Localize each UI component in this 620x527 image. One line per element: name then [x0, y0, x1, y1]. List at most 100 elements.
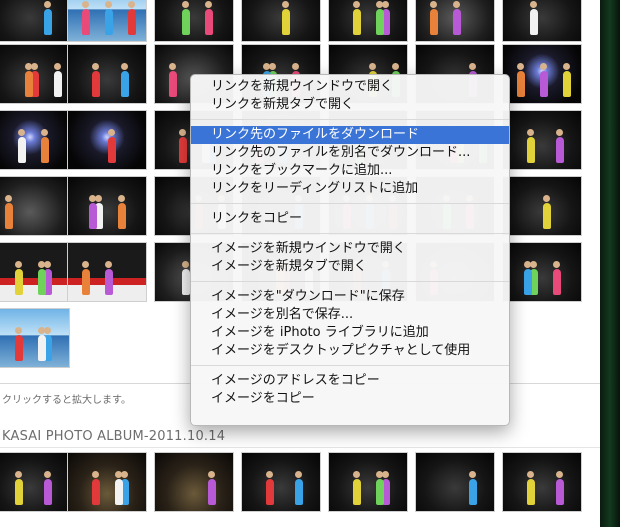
photo-thumbnail[interactable]	[0, 176, 70, 236]
runner-head	[179, 129, 186, 136]
runner-head	[469, 471, 476, 478]
runner-figure	[540, 71, 548, 97]
menu-item[interactable]: イメージをコピー	[191, 390, 509, 408]
runner-figure	[376, 479, 384, 505]
runner-head	[105, 261, 112, 268]
runner-head	[15, 261, 22, 268]
runner-figure	[89, 203, 97, 229]
photo-thumbnail[interactable]	[0, 44, 70, 104]
photo-thumbnail[interactable]	[67, 176, 147, 236]
runner-figure	[25, 71, 33, 97]
runner-figure	[38, 269, 46, 295]
runner-figure	[430, 9, 438, 35]
menu-item[interactable]: リンクをコピー	[191, 210, 509, 228]
runner-head	[556, 129, 563, 136]
photo-thumbnail[interactable]	[502, 110, 582, 170]
runner-figure	[105, 9, 113, 35]
runner-head	[517, 63, 524, 70]
menu-item[interactable]: リンクを新規タブで開く	[191, 96, 509, 114]
photo-thumbnail[interactable]	[67, 110, 147, 170]
menu-item[interactable]: リンク先のファイルを別名でダウンロード...	[191, 144, 509, 162]
runner-head	[263, 63, 270, 70]
photo-thumbnail[interactable]	[502, 0, 582, 42]
photo-thumbnail[interactable]	[67, 44, 147, 104]
photo-thumbnail[interactable]	[415, 452, 495, 512]
runner-figure	[563, 71, 571, 97]
runner-head	[38, 327, 45, 334]
runner-head	[38, 261, 45, 268]
photo-thumbnail[interactable]	[0, 242, 70, 302]
menu-item[interactable]: イメージを別名で保存...	[191, 306, 509, 324]
runner-figure	[115, 479, 123, 505]
runner-figure	[121, 71, 129, 97]
runner-head	[5, 195, 12, 202]
runner-head	[41, 129, 48, 136]
runner-head	[89, 195, 96, 202]
runner-figure	[266, 479, 274, 505]
runner-head	[282, 1, 289, 8]
runner-head	[208, 471, 215, 478]
photo-thumbnail[interactable]	[502, 242, 582, 302]
menu-separator	[191, 365, 509, 366]
runner-figure	[41, 137, 49, 163]
photo-thumbnail[interactable]	[0, 308, 70, 368]
runner-head	[543, 195, 550, 202]
photo-thumbnail[interactable]	[0, 0, 70, 42]
menu-item[interactable]: イメージをデスクトップピクチャとして使用	[191, 342, 509, 360]
photo-thumbnail[interactable]	[241, 452, 321, 512]
menu-item[interactable]: イメージのアドレスをコピー	[191, 372, 509, 390]
runner-head	[54, 63, 61, 70]
menu-separator	[191, 119, 509, 120]
menu-item[interactable]: イメージを新規ウインドウで開く	[191, 240, 509, 258]
runner-head	[266, 471, 273, 478]
menu-separator	[191, 203, 509, 204]
runner-figure	[128, 9, 136, 35]
photo-thumbnail[interactable]	[67, 242, 147, 302]
photo-thumbnail[interactable]	[241, 0, 321, 42]
menu-item[interactable]: リンクをリーディングリストに追加	[191, 180, 509, 198]
runner-figure	[353, 9, 361, 35]
runner-head	[430, 1, 437, 8]
runner-head	[376, 1, 383, 8]
runner-head	[527, 471, 534, 478]
runner-figure	[527, 137, 535, 163]
photo-thumbnail[interactable]	[0, 452, 70, 512]
runner-head	[392, 63, 399, 70]
photo-thumbnail[interactable]	[154, 452, 234, 512]
photo-thumbnail[interactable]	[328, 0, 408, 42]
runner-head	[15, 327, 22, 334]
runner-head	[353, 471, 360, 478]
runner-head	[376, 471, 383, 478]
photo-thumbnail[interactable]	[67, 452, 147, 512]
runner-head	[353, 1, 360, 8]
photo-thumbnail[interactable]	[415, 0, 495, 42]
photo-thumbnail[interactable]	[502, 44, 582, 104]
photo-thumbnail[interactable]	[0, 110, 70, 170]
photo-thumbnail[interactable]	[502, 452, 582, 512]
runner-figure	[15, 479, 23, 505]
context-menu: リンクを新規ウインドウで開く リンクを新規タブで開く リンク先のファイルをダウンロー…	[190, 74, 510, 426]
runner-head	[115, 471, 122, 478]
photo-thumbnail[interactable]	[328, 452, 408, 512]
photo-thumbnail[interactable]	[154, 0, 234, 42]
runner-head	[269, 63, 276, 70]
menu-item[interactable]: イメージを"ダウンロード"に保存	[191, 288, 509, 306]
runner-figure	[82, 269, 90, 295]
runner-figure	[15, 269, 23, 295]
menu-item[interactable]: リンクをブックマークに追加...	[191, 162, 509, 180]
runner-head	[44, 471, 51, 478]
runner-head	[44, 261, 51, 268]
menu-item[interactable]: リンク先のファイルをダウンロード	[191, 126, 509, 144]
menu-item[interactable]: イメージを新規タブで開く	[191, 258, 509, 276]
photo-thumbnail[interactable]	[502, 176, 582, 236]
runner-head	[118, 195, 125, 202]
photo-thumbnail[interactable]	[67, 0, 147, 42]
menu-item[interactable]: リンクを新規ウインドウで開く	[191, 78, 509, 96]
runner-figure	[208, 479, 216, 505]
runner-head	[469, 63, 476, 70]
runner-figure	[82, 9, 90, 35]
menu-item[interactable]: イメージを iPhoto ライブラリに追加	[191, 324, 509, 342]
runner-head	[105, 1, 112, 8]
runner-figure	[182, 9, 190, 35]
runner-head	[382, 1, 389, 8]
